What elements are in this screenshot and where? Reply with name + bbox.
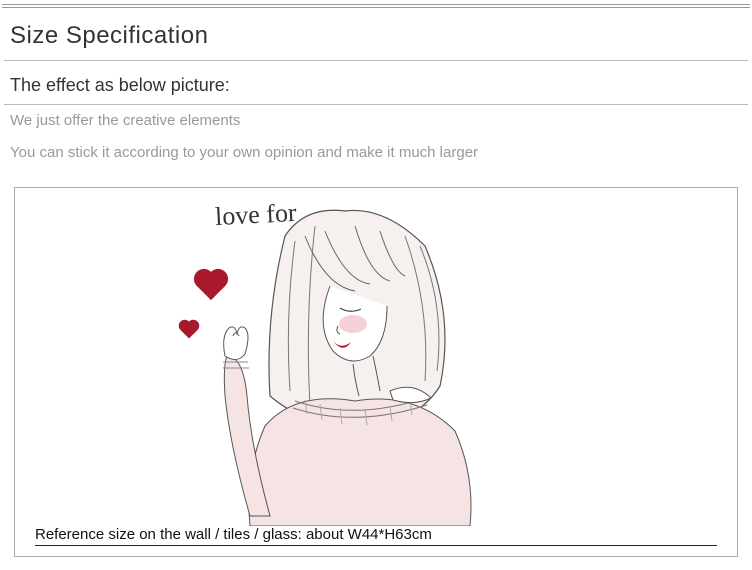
section-title: Size Specification bbox=[0, 18, 752, 60]
subtitle: The effect as below picture: bbox=[0, 61, 752, 104]
illustration-girl: love for bbox=[155, 196, 515, 526]
girl-drawing bbox=[155, 196, 515, 526]
reference-size-text: Reference size on the wall / tiles / gla… bbox=[35, 526, 717, 546]
note-line-2: You can stick it according to your own o… bbox=[0, 137, 752, 169]
love-for-script: love for bbox=[214, 198, 297, 232]
top-double-rule bbox=[2, 4, 750, 8]
preview-box: love for bbox=[14, 187, 738, 557]
note-line-1: We just offer the creative elements bbox=[0, 105, 752, 137]
